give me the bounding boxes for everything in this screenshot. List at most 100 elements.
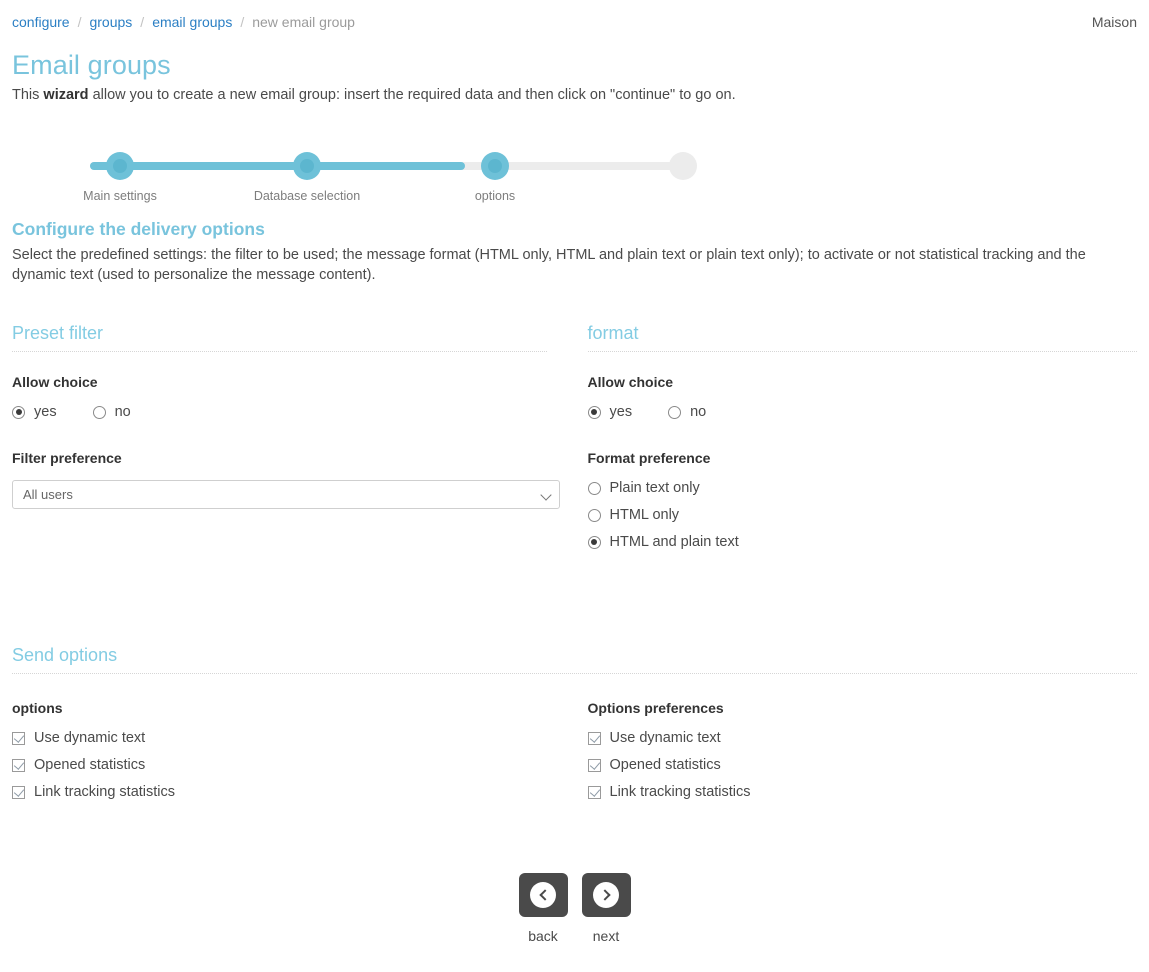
send-options-left: options Use dynamic text Opened statisti… (12, 700, 575, 811)
radio-format-html-and-plain-text[interactable]: HTML and plain text (587, 534, 1138, 550)
radio-label: no (690, 404, 707, 420)
panel-divider (12, 673, 1137, 674)
radio-unselected-icon (587, 481, 601, 495)
page-description-emphasis: wizard (43, 87, 89, 103)
chevron-left-circle-icon (530, 882, 556, 908)
wizard-navigation: back next (12, 873, 1137, 944)
radio-label: no (114, 404, 131, 420)
label-options: options (12, 700, 63, 716)
label-format-preference: Format preference (587, 450, 711, 466)
topbar: configure / groups / email groups / new … (12, 0, 1137, 30)
radio-label: HTML and plain text (609, 534, 739, 550)
checkbox-pref-link-tracking-statistics[interactable]: Link tracking statistics (587, 784, 1138, 800)
filter-preference-value[interactable]: All users (12, 480, 560, 509)
page-root: configure / groups / email groups / new … (0, 0, 1149, 944)
panel-format: format Allow choice yes no Format prefer… (575, 323, 1138, 561)
chevron-right-circle-icon (593, 882, 619, 908)
radio-group-allow-choice-format: yes no (587, 404, 1138, 420)
filter-preference-select[interactable]: All users (12, 480, 560, 509)
stepper-dot-icon (481, 152, 509, 180)
breadcrumb-separator: / (77, 14, 82, 30)
radio-allow-choice-filter-no[interactable]: no (92, 404, 131, 420)
checkbox-checked-icon (12, 731, 25, 745)
checkbox-label: Link tracking statistics (34, 784, 176, 800)
checkbox-label: Use dynamic text (34, 730, 146, 746)
checkbox-group-options-preferences: Use dynamic text Opened statistics Link … (587, 730, 1138, 800)
page-description: This wizard allow you to create a new em… (12, 87, 1137, 103)
user-label[interactable]: Maison (1092, 14, 1137, 30)
checkbox-label: Opened statistics (34, 757, 146, 773)
stepper-dot-icon (669, 152, 697, 180)
label-allow-choice-filter: Allow choice (12, 374, 98, 390)
radio-unselected-icon (92, 405, 106, 419)
breadcrumb: configure / groups / email groups / new … (12, 14, 355, 30)
radio-selected-icon (587, 535, 601, 549)
section-title: Configure the delivery options (12, 219, 265, 239)
next-button-label: next (592, 928, 620, 944)
stepper-dot-icon (293, 152, 321, 180)
breadcrumb-separator: / (140, 14, 145, 30)
radio-selected-icon (12, 405, 25, 419)
panel-divider (587, 351, 1137, 352)
panel-divider (12, 351, 547, 352)
checkbox-checked-icon (12, 785, 25, 799)
back-button-label: back (528, 928, 558, 944)
stepper-label-2: Database selection (253, 189, 361, 203)
checkbox-checked-icon (587, 785, 601, 799)
stepper-label-1: Main settings (83, 189, 157, 203)
next-button-surface[interactable] (581, 873, 631, 917)
radio-unselected-icon (587, 508, 601, 522)
back-button[interactable]: back (518, 873, 568, 944)
breadcrumb-separator: / (240, 14, 245, 30)
back-button-surface[interactable] (518, 873, 568, 917)
checkbox-link-tracking-statistics[interactable]: Link tracking statistics (12, 784, 575, 800)
send-options-columns: options Use dynamic text Opened statisti… (12, 700, 1137, 811)
settings-columns: Preset filter Allow choice yes no Filter… (12, 323, 1137, 561)
radio-unselected-icon (668, 405, 682, 419)
radio-label: Plain text only (609, 480, 700, 496)
send-options-right: Options preferences Use dynamic text Ope… (575, 700, 1138, 811)
stepper-track-progress (90, 162, 465, 170)
radio-allow-choice-format-yes[interactable]: yes (587, 404, 633, 420)
panel-title-format: format (587, 323, 639, 343)
radio-selected-icon (587, 405, 601, 419)
checkbox-checked-icon (587, 731, 601, 745)
radio-allow-choice-filter-yes[interactable]: yes (12, 404, 57, 420)
breadcrumb-item-email-groups[interactable]: email groups (152, 14, 232, 30)
radio-group-allow-choice-filter: yes no (12, 404, 547, 420)
checkbox-pref-opened-statistics[interactable]: Opened statistics (587, 757, 1138, 773)
breadcrumb-item-new-email-group: new email group (252, 14, 355, 30)
wizard-stepper: Main settings Database selection options (83, 131, 1137, 209)
radio-label: yes (609, 404, 633, 420)
radio-format-plain-text-only[interactable]: Plain text only (587, 480, 1138, 496)
checkbox-pref-use-dynamic-text[interactable]: Use dynamic text (587, 730, 1138, 746)
page-title: Email groups (12, 50, 171, 80)
page-description-suffix: allow you to create a new email group: i… (88, 87, 736, 103)
breadcrumb-item-configure[interactable]: configure (12, 14, 70, 30)
stepper-label-3: options (474, 189, 516, 203)
checkbox-checked-icon (12, 758, 25, 772)
section-description: Select the predefined settings: the filt… (12, 247, 1086, 283)
label-allow-choice-format: Allow choice (587, 374, 674, 390)
panel-title-send-options: Send options (12, 645, 118, 665)
radio-format-html-only[interactable]: HTML only (587, 507, 1138, 523)
label-options-preferences: Options preferences (587, 700, 724, 716)
radio-group-format-preference: Plain text only HTML only HTML and plain… (587, 480, 1138, 550)
checkbox-checked-icon (587, 758, 601, 772)
checkbox-group-options: Use dynamic text Opened statistics Link … (12, 730, 575, 800)
next-button[interactable]: next (581, 873, 631, 944)
checkbox-label: Link tracking statistics (609, 784, 751, 800)
radio-allow-choice-format-no[interactable]: no (668, 404, 706, 420)
page-description-prefix: This (12, 87, 44, 103)
panel-send-options: Send options options Use dynamic text Op… (12, 645, 1137, 811)
radio-label: HTML only (609, 507, 680, 523)
breadcrumb-item-groups[interactable]: groups (89, 14, 132, 30)
checkbox-label: Use dynamic text (609, 730, 721, 746)
checkbox-label: Opened statistics (609, 757, 721, 773)
stepper-dot-icon (106, 152, 134, 180)
checkbox-opened-statistics[interactable]: Opened statistics (12, 757, 575, 773)
radio-label: yes (34, 404, 57, 420)
panel-title-preset-filter: Preset filter (12, 323, 104, 343)
label-filter-preference: Filter preference (12, 450, 122, 466)
checkbox-use-dynamic-text[interactable]: Use dynamic text (12, 730, 575, 746)
